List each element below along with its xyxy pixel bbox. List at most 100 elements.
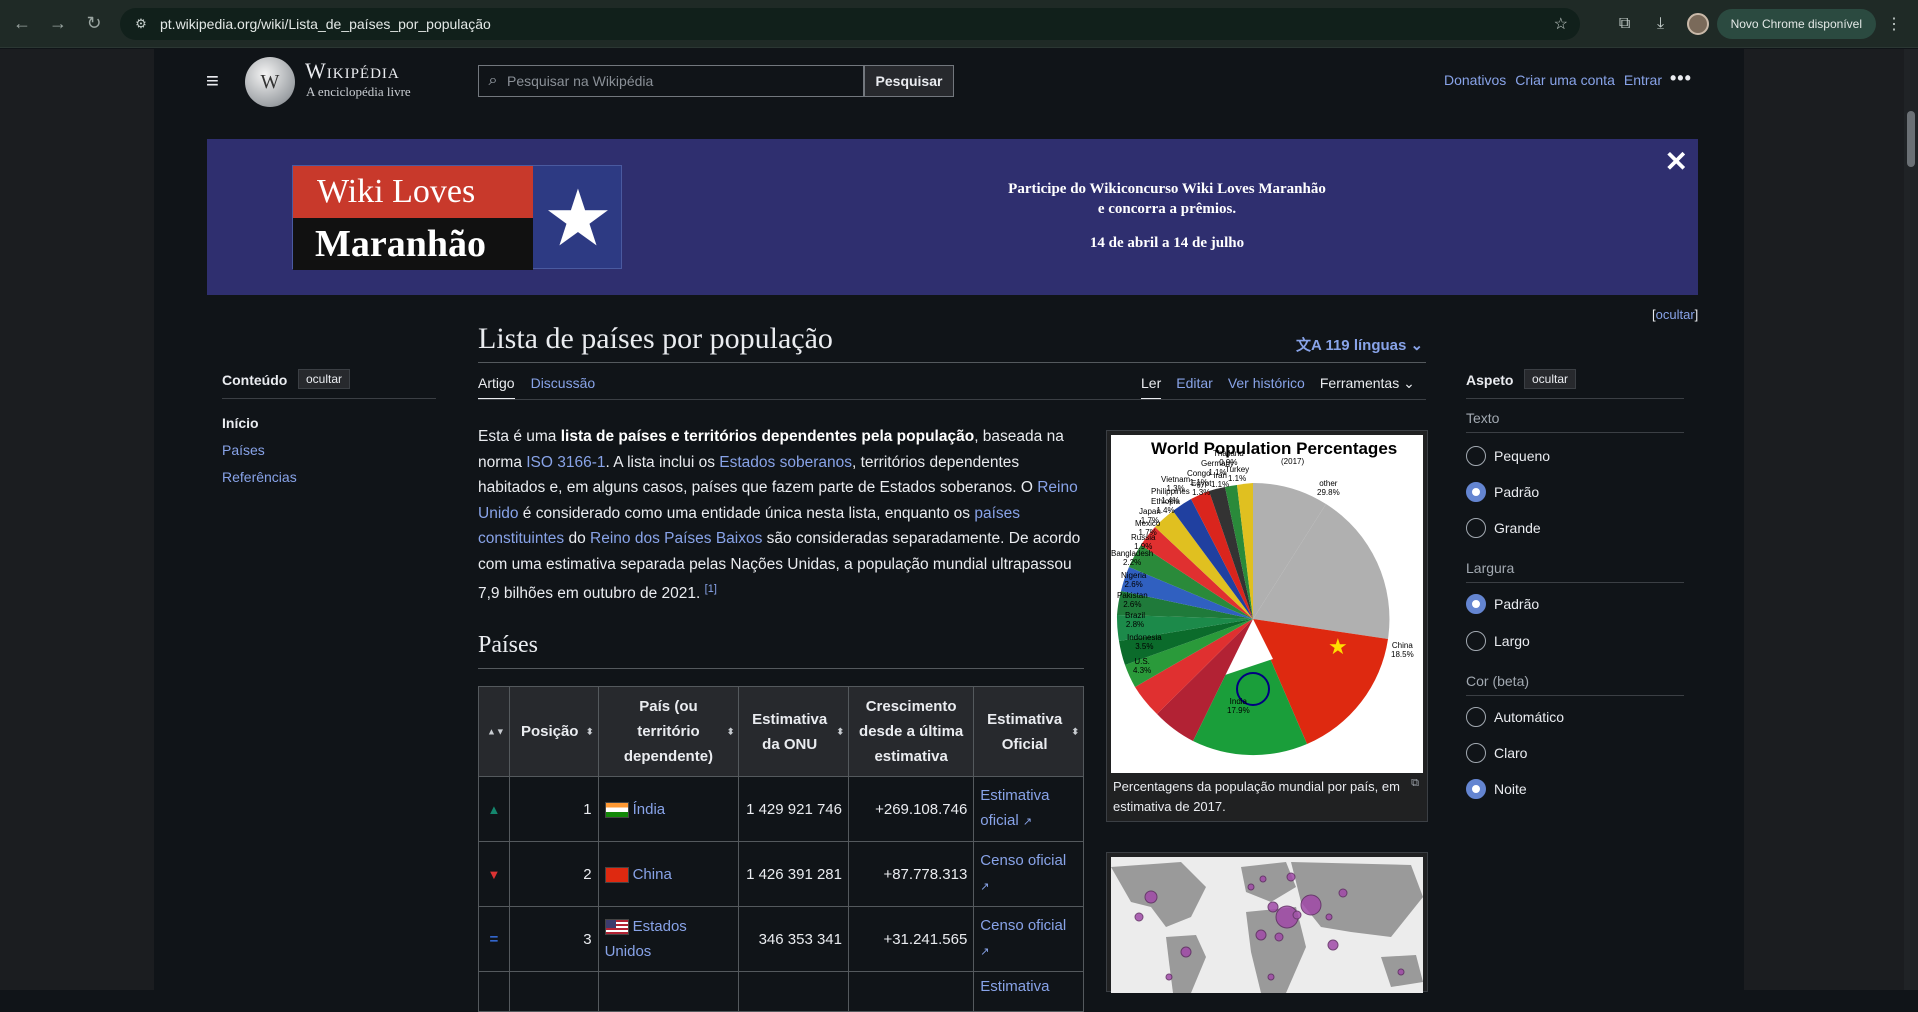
column-header-posicao[interactable]: Posição ⬍ — [508, 686, 599, 777]
official-link-label: oficial — [980, 812, 1019, 829]
official-cell: Estimativa oficial ↗ — [973, 776, 1084, 842]
radio-text-standard[interactable]: Padrão — [1466, 482, 1539, 502]
sort-icon[interactable]: ⬍ — [727, 719, 735, 744]
extensions-icon[interactable]: ⧉ — [1607, 6, 1643, 42]
trend-up-icon: ▲ — [478, 776, 510, 842]
search-field[interactable]: ⌕ — [478, 65, 864, 97]
close-icon[interactable]: ✕ — [1665, 145, 1688, 178]
more-options-icon[interactable]: ••• — [1670, 68, 1692, 89]
official-link[interactable]: Estimativa — [980, 978, 1049, 995]
tab-ver-historico[interactable]: Ver histórico — [1228, 375, 1305, 400]
toc-hide-button[interactable]: ocultar — [298, 369, 351, 389]
radio-label: Padrão — [1494, 596, 1540, 612]
external-link-icon: ↗ — [980, 881, 990, 893]
figure-caption: Percentagens da população mundial por pa… — [1113, 779, 1400, 814]
update-chrome-button[interactable]: Novo Chrome disponível — [1716, 9, 1876, 39]
profile-avatar[interactable] — [1686, 13, 1709, 35]
scrollbar-thumb[interactable] — [1907, 111, 1915, 167]
text-size-label: Texto — [1466, 410, 1500, 426]
tab-ler[interactable]: Ler — [1141, 375, 1162, 400]
tools-menu[interactable]: Ferramentas ⌄ — [1320, 375, 1415, 400]
table-row: ▼ 2 China 1 426 391 281 +87.778.313 Cens… — [478, 841, 1084, 907]
column-header-trend[interactable]: ▲▼ — [478, 686, 510, 777]
toc-item-paises[interactable]: Países — [222, 442, 265, 458]
search-button[interactable]: Pesquisar — [864, 65, 954, 97]
wikipedia-globe-logo[interactable]: W — [245, 57, 295, 107]
tab-editar[interactable]: Editar — [1176, 375, 1213, 400]
country-link[interactable]: China — [633, 866, 672, 883]
toc-heading: Conteúdo — [222, 372, 288, 388]
wikipedia-wordmark[interactable]: Wikipédia — [305, 58, 400, 84]
create-account-link[interactable]: Criar uma conta — [1515, 72, 1615, 88]
external-link-icon: ↗ — [980, 946, 990, 958]
chrome-menu-icon[interactable]: ⋮ — [1882, 14, 1906, 34]
radio-text-small[interactable]: Pequeno — [1466, 446, 1550, 466]
country-link[interactable]: Índia — [633, 801, 666, 818]
banner-hide-link[interactable]: [ocultar] — [1652, 307, 1698, 322]
bubble-russia — [1286, 872, 1296, 882]
radio-text-large[interactable]: Grande — [1466, 518, 1541, 538]
tab-artigo[interactable]: Artigo — [478, 375, 515, 400]
login-link[interactable]: Entrar — [1624, 72, 1662, 88]
appearance-hide-button[interactable]: ocultar — [1524, 369, 1577, 389]
bubble-germany — [1259, 875, 1267, 883]
wiki-loves-maranhao-logo[interactable]: Wiki Loves Maranhão ★ — [292, 165, 622, 270]
official-link[interactable]: Censo oficial ↗ — [980, 852, 1066, 894]
toc-item-referencias[interactable]: Referências — [222, 469, 297, 485]
search-input[interactable] — [507, 73, 847, 89]
sort-icon[interactable]: ⬍ — [586, 719, 594, 744]
scrollbar[interactable] — [1904, 49, 1918, 990]
official-link[interactable]: Censo oficial ↗ — [980, 917, 1066, 959]
radio-label: Noite — [1494, 781, 1527, 797]
enlarge-icon[interactable]: ⧉ — [1411, 777, 1419, 790]
tab-discussao[interactable]: Discussão — [531, 375, 596, 400]
world-population-map-image[interactable] — [1111, 857, 1423, 993]
column-header-onu[interactable]: Estimativa da ONU ⬍ — [738, 686, 849, 777]
browser-toolbar: ← → ↻ ⚙ pt.wikipedia.org/wiki/Lista_de_p… — [0, 0, 1918, 48]
china-flag-icon — [604, 866, 629, 883]
column-header-pais[interactable]: País (ou território dependente) ⬍ — [597, 686, 740, 777]
site-info-icon[interactable]: ⚙ — [130, 13, 152, 35]
banner-hide-label[interactable]: ocultar — [1656, 307, 1695, 322]
column-header-oficial[interactable]: Estimativa Oficial ⬍ — [973, 686, 1084, 777]
banner-line2: e concorra a prêmios. — [1097, 201, 1237, 217]
language-selector[interactable]: 文A 119 línguas ⌄ — [1296, 334, 1423, 355]
address-bar[interactable]: ⚙ pt.wikipedia.org/wiki/Lista_de_países_… — [120, 8, 1580, 40]
donate-link[interactable]: Donativos — [1444, 72, 1506, 88]
world-population-pie-image[interactable]: World Population Percentages (2017) ★ ot… — [1111, 435, 1423, 773]
toc-item-inicio[interactable]: Início — [222, 410, 297, 437]
sort-icon[interactable]: ⬍ — [1071, 719, 1079, 744]
official-link[interactable]: Estimativa oficial ↗ — [980, 787, 1049, 829]
intro-paragraph: Esta é uma lista de países e territórios… — [478, 424, 1084, 607]
link-iso[interactable]: ISO 3166-1 — [526, 454, 605, 471]
growth-cell: +87.778.313 — [847, 841, 975, 907]
column-header-crescimento[interactable]: Crescimento desde a última estimativa — [847, 686, 975, 777]
bubble-ethiopia — [1274, 932, 1284, 942]
table-row: = 3 Estados Unidos 346 353 341 +31.241.5… — [478, 906, 1084, 972]
bubble-pakistan — [1267, 901, 1279, 913]
divider — [1466, 432, 1684, 433]
intro-bold: lista de países e territórios dependente… — [560, 428, 975, 445]
bookmark-star-icon[interactable]: ☆ — [1554, 14, 1568, 34]
reload-icon[interactable]: ↻ — [76, 6, 112, 42]
main-menu-icon[interactable]: ≡ — [206, 70, 226, 92]
forward-icon[interactable]: → — [40, 6, 76, 42]
sort-icon[interactable]: ⬍ — [836, 719, 844, 744]
radio-color-night[interactable]: Noite — [1466, 779, 1527, 799]
width-label: Largura — [1466, 560, 1515, 576]
radio-color-auto[interactable]: Automático — [1466, 707, 1564, 727]
back-icon[interactable]: ← — [4, 6, 40, 42]
pie-chart-svg: ★ — [1116, 482, 1390, 756]
link-estados-soberanos[interactable]: Estados soberanos — [719, 454, 852, 471]
link-reino-paises-baixos[interactable]: Reino dos Países Baixos — [590, 530, 762, 547]
radio-width-wide[interactable]: Largo — [1466, 631, 1530, 651]
trend-cell — [478, 971, 510, 1012]
pie-label-other: other 29.8% — [1317, 479, 1340, 497]
un-estimate-cell: 1 429 921 746 — [738, 776, 849, 842]
download-icon[interactable]: ⤓ — [1643, 6, 1679, 42]
divider — [1466, 582, 1684, 583]
sort-icon[interactable]: ▲▼ — [487, 719, 505, 744]
radio-width-standard[interactable]: Padrão — [1466, 594, 1539, 614]
radio-color-light[interactable]: Claro — [1466, 743, 1527, 763]
reference-link[interactable]: [1] — [705, 583, 717, 595]
